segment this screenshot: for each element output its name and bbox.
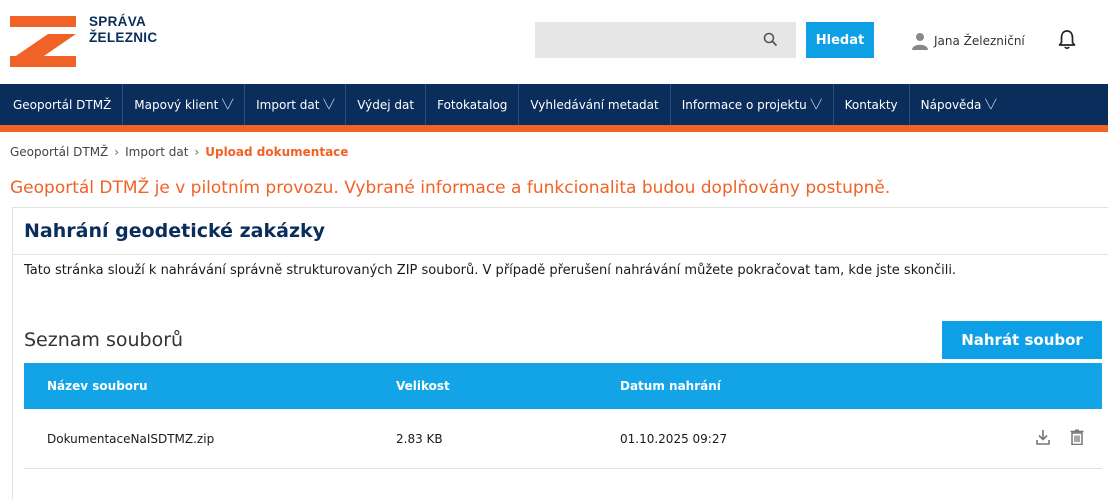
nav-item-import-dat[interactable]: Import dat ╲╱ — [245, 84, 347, 125]
search-box — [535, 22, 796, 58]
chevron-right-icon: › — [114, 145, 120, 159]
logo[interactable]: SPRÁVA ŽELEZNIC — [10, 8, 180, 72]
search-icon[interactable] — [763, 32, 778, 47]
logo-line-1: SPRÁVA — [89, 14, 147, 29]
nav-label: Geoportál DTMŽ — [13, 97, 112, 112]
header: SPRÁVA ŽELEZNIC Hledat Jana Železniční — [0, 0, 1108, 84]
file-size-cell: 2.83 KB — [396, 409, 620, 469]
logo-line-2: ŽELEZNIC — [89, 30, 158, 45]
user-name: Jana Železniční — [934, 34, 1025, 48]
nav-label: Vyhledávání metadat — [530, 97, 659, 112]
trash-icon[interactable] — [1070, 429, 1084, 448]
search-input[interactable] — [535, 22, 765, 58]
column-header-size: Velikost — [396, 363, 620, 409]
file-table: Název souboru Velikost Datum nahrání Dok… — [24, 363, 1102, 469]
user-menu[interactable]: Jana Železniční — [912, 30, 1025, 52]
user-icon — [912, 33, 928, 50]
upload-card: Nahrání geodetické zakázky Tato stránka … — [12, 207, 1108, 499]
nav-item-informace-o-projektu[interactable]: Informace o projektu ╲╱ — [671, 84, 834, 125]
divider — [13, 254, 1108, 255]
logo-text: SPRÁVA ŽELEZNIC — [89, 14, 157, 46]
breadcrumb: Geoportál DTMŽ › Import dat › Upload dok… — [10, 145, 348, 159]
nav-item-napoveda[interactable]: Nápověda ╲╱ — [910, 84, 1008, 125]
column-header-date: Datum nahrání — [620, 363, 920, 409]
download-icon[interactable] — [1036, 429, 1050, 448]
file-name-cell: DokumentaceNaISDTMZ.zip — [24, 409, 396, 469]
breadcrumb-link-import-dat[interactable]: Import dat — [125, 145, 188, 159]
file-date-cell: 01.10.2025 09:27 — [620, 409, 920, 469]
chevron-right-icon: › — [194, 145, 200, 159]
chevron-down-icon: ╲╱ — [810, 99, 822, 110]
nav-item-vyhledavani-metadat[interactable]: Vyhledávání metadat — [519, 84, 671, 125]
file-list-title: Seznam souborů — [24, 329, 184, 351]
breadcrumb-link-geoportal[interactable]: Geoportál DTMŽ — [10, 145, 108, 159]
nav-item-kontakty[interactable]: Kontakty — [834, 84, 910, 125]
pilot-notice: Geoportál DTMŽ je v pilotním provozu. Vy… — [10, 178, 891, 198]
main-nav: Geoportál DTMŽ Mapový klient ╲╱ Import da… — [0, 84, 1108, 132]
logo-mark-icon — [10, 16, 76, 67]
search-button[interactable]: Hledat — [806, 22, 874, 58]
breadcrumb-current: Upload dokumentace — [205, 145, 349, 159]
nav-label: Fotokatalog — [437, 97, 508, 112]
nav-item-vydej-dat[interactable]: Výdej dat — [346, 84, 427, 125]
chevron-down-icon: ╲╱ — [985, 99, 997, 110]
nav-label: Mapový klient — [134, 97, 219, 112]
nav-item-fotokatalog[interactable]: Fotokatalog — [426, 84, 520, 125]
page-description: Tato stránka slouží k nahrávání správně … — [24, 263, 957, 278]
nav-label: Informace o projektu — [681, 97, 807, 112]
nav-label: Výdej dat — [357, 97, 415, 112]
nav-label: Kontakty — [844, 97, 898, 112]
nav-label: Import dat — [256, 97, 320, 112]
bell-icon[interactable] — [1058, 29, 1076, 50]
nav-item-geoportal[interactable]: Geoportál DTMŽ — [0, 84, 124, 125]
page-title: Nahrání geodetické zakázky — [24, 220, 326, 242]
nav-label: Nápověda — [920, 97, 982, 112]
nav-item-mapovy-klient[interactable]: Mapový klient ╲╱ — [123, 84, 246, 125]
chevron-down-icon: ╲╱ — [323, 99, 335, 110]
chevron-down-icon: ╲╱ — [222, 99, 234, 110]
file-actions-cell — [920, 409, 1102, 469]
column-header-name: Název souboru — [24, 363, 396, 409]
column-header-actions — [920, 363, 1102, 409]
table-header-row: Název souboru Velikost Datum nahrání — [24, 363, 1102, 409]
table-row: DokumentaceNaISDTMZ.zip 2.83 KB 01.10.20… — [24, 409, 1102, 469]
upload-file-button[interactable]: Nahrát soubor — [942, 321, 1102, 359]
